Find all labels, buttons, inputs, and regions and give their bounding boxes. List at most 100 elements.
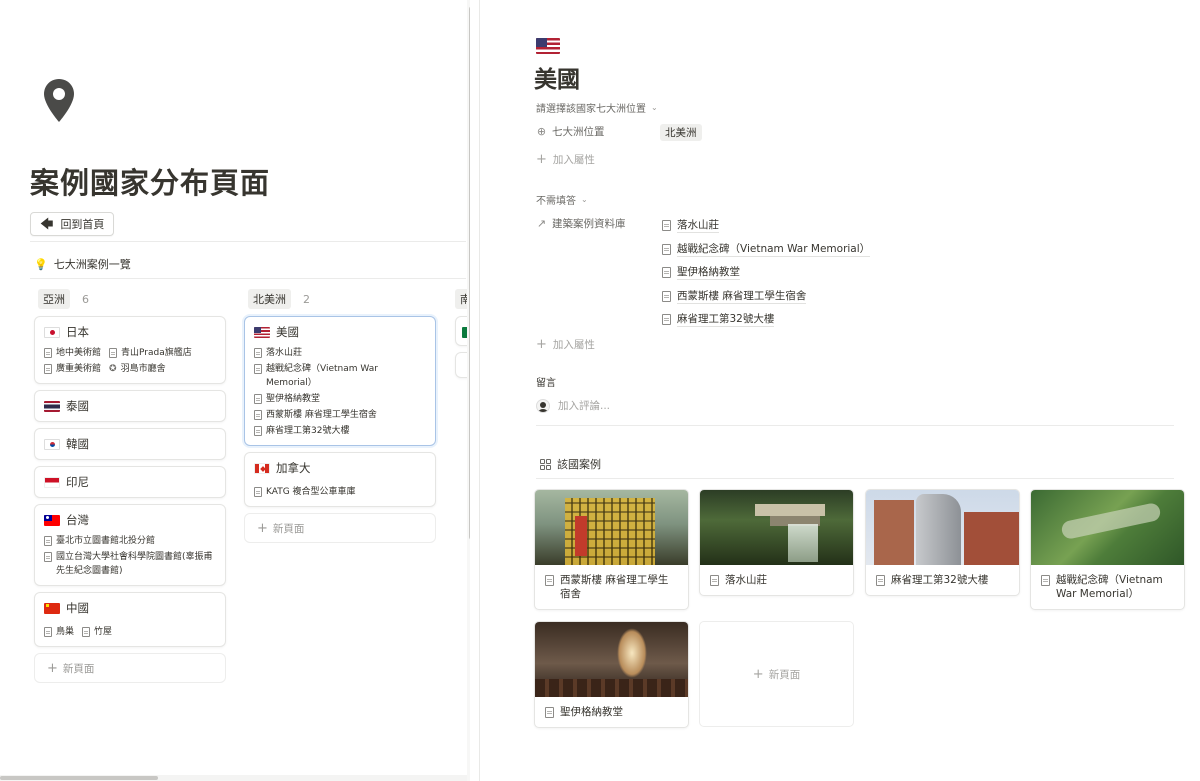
gallery-card[interactable]: 越戰紀念碑（Vietnam War Memorial） xyxy=(1030,489,1185,610)
page-icon xyxy=(545,707,554,718)
cover-image xyxy=(700,490,853,565)
flag-canada-icon xyxy=(254,462,270,474)
add-property-label: 加入屬性 xyxy=(552,154,595,166)
divider xyxy=(536,425,1174,426)
relation-item[interactable]: ✪ 羽島市廳舍 xyxy=(109,362,166,376)
continent-value-tag[interactable]: 北美洲 xyxy=(660,124,702,141)
comment-input[interactable]: 加入評論... xyxy=(536,398,610,413)
relation-item[interactable]: 西蒙斯樓 麻省理工學生宿舍 xyxy=(254,408,426,422)
horizontal-scrollbar[interactable] xyxy=(0,775,467,781)
relation-item[interactable]: 臺北市立圖書館北投分館 xyxy=(44,534,216,548)
plus-icon: + xyxy=(536,152,547,167)
relation-item[interactable]: 地中美術館 xyxy=(44,346,101,360)
card-title: 加拿大 xyxy=(276,461,311,475)
board-view-tab[interactable]: 💡 七大洲案例一覽 xyxy=(34,256,131,272)
plus-icon: + xyxy=(536,337,547,352)
page-peek: 美國 請選擇該國家七大洲位置 ⌄ ⊕ 七大洲位置 北美洲 + 加入屬性 不需填答… xyxy=(479,0,1200,781)
add-property-button[interactable]: + 加入屬性 xyxy=(536,337,595,352)
page-icon xyxy=(545,575,554,586)
property-section-header[interactable]: 請選擇該國家七大洲位置 ⌄ xyxy=(536,100,658,115)
relation-item[interactable]: 竹屋 xyxy=(82,625,112,639)
relation-link[interactable]: 西蒙斯樓 麻省理工學生宿舍 xyxy=(662,285,870,309)
new-page-button[interactable]: + 新頁面 xyxy=(244,513,436,543)
relation-item[interactable]: 聖伊格納教堂 xyxy=(254,392,426,406)
cover-image xyxy=(535,490,688,565)
relation-link[interactable]: 聖伊格納教堂 xyxy=(662,261,870,285)
gallery-card[interactable]: 落水山莊 xyxy=(699,489,854,596)
board-view-title: 七大洲案例一覽 xyxy=(53,258,131,271)
board-card-taiwan[interactable]: 台灣 臺北市立圖書館北投分館 國立台灣大學社會科學院圖書館(辜振甫先生紀念圖書館… xyxy=(34,504,226,586)
relation-item[interactable]: 越戰紀念碑（Vietnam War Memorial） xyxy=(254,362,426,390)
property-continent[interactable]: ⊕ 七大洲位置 xyxy=(536,124,605,139)
relation-link[interactable]: 落水山莊 xyxy=(662,214,870,238)
page-icon xyxy=(662,290,671,302)
page-icon xyxy=(82,627,91,637)
relation-item[interactable]: 鳥巢 xyxy=(44,625,74,639)
relation-link[interactable]: 越戰紀念碑（Vietnam War Memorial） xyxy=(662,238,871,262)
location-pin-icon xyxy=(44,79,74,122)
flag-thailand-icon xyxy=(44,400,60,412)
card-title: 日本 xyxy=(66,325,89,339)
page-icon xyxy=(1041,575,1050,586)
card-title: 印尼 xyxy=(66,475,89,489)
gallery-new-page-button[interactable]: + 新頁面 xyxy=(699,621,854,727)
card-title: 中國 xyxy=(66,601,89,615)
page-icon xyxy=(662,220,671,232)
gallery-card[interactable]: 西蒙斯樓 麻省理工學生宿舍 xyxy=(534,489,689,610)
new-page-label: 新頁面 xyxy=(62,662,95,675)
new-page-button[interactable]: + 新頁面 xyxy=(34,653,226,683)
gallery-card[interactable]: 麻省理工第32號大樓 xyxy=(865,489,1020,596)
divider xyxy=(30,241,466,242)
property-section-header[interactable]: 不需填答 ⌄ xyxy=(536,192,588,207)
relation-item[interactable]: 國立台灣大學社會科學院圖書館(辜振甫先生紀念圖書館) xyxy=(44,550,216,578)
page-icon xyxy=(254,364,262,374)
gallery-card[interactable]: 聖伊格納教堂 xyxy=(534,621,689,728)
plus-icon: + xyxy=(47,660,58,676)
flag-usa-icon[interactable] xyxy=(536,38,560,54)
board-card-japan[interactable]: 日本 地中美術館 青山Prada旗艦店 廣重美術館 ✪ 羽島市廳舍 xyxy=(34,316,226,384)
page-icon xyxy=(44,348,52,358)
page-title[interactable]: 美國 xyxy=(534,60,580,94)
page-icon xyxy=(662,314,671,326)
page-icon xyxy=(109,348,118,358)
scrollbar-thumb[interactable] xyxy=(469,6,470,540)
column-tag[interactable]: 北美洲 xyxy=(248,289,291,309)
flag-taiwan-icon xyxy=(44,514,60,526)
page-icon xyxy=(44,627,52,637)
card-title: 美國 xyxy=(276,325,299,339)
relation-item[interactable]: 落水山莊 xyxy=(254,346,426,360)
gallery-view-tab[interactable]: 該國案例 xyxy=(540,456,601,472)
board-card-china[interactable]: 中國 鳥巢 竹屋 xyxy=(34,592,226,647)
relation-link[interactable]: 麻省理工第32號大樓 xyxy=(662,308,870,332)
gear-icon: ✪ xyxy=(109,364,117,374)
property-relation[interactable]: ↗ 建築案例資料庫 xyxy=(536,216,626,231)
arrow-up-right-icon: ↗ xyxy=(536,217,547,230)
plus-icon: + xyxy=(752,666,764,682)
vertical-scrollbar[interactable] xyxy=(467,0,470,781)
board-page: 案例國家分布頁面 🡄 回到首頁 💡 七大洲案例一覽 亞洲 6 日本 地中美術館 … xyxy=(0,0,470,781)
board-card-thailand[interactable]: 泰國 xyxy=(34,390,226,422)
board-column-asia: 亞洲 6 日本 地中美術館 青山Prada旗艦店 廣重美術館 ✪ 羽島市廳舍 泰國 xyxy=(34,289,226,683)
gallery-grid-icon xyxy=(540,458,551,470)
gallery-card-title: 越戰紀念碑（Vietnam War Memorial） xyxy=(1056,574,1163,600)
board-card-canada[interactable]: 加拿大 KATG 複合型公車車庫 xyxy=(244,452,436,507)
board-column-north-america: 北美洲 2 美國 落水山莊 越戰紀念碑（Vietnam War Memorial… xyxy=(244,289,436,543)
back-home-button[interactable]: 🡄 回到首頁 xyxy=(30,212,115,236)
gallery-card-title: 西蒙斯樓 麻省理工學生宿舍 xyxy=(560,574,669,600)
column-tag[interactable]: 亞洲 xyxy=(38,289,70,309)
gallery-card-title: 聖伊格納教堂 xyxy=(560,706,623,718)
relation-item[interactable]: 青山Prada旗艦店 xyxy=(109,346,192,360)
page-icon xyxy=(876,575,885,586)
chevron-down-icon: ⌄ xyxy=(651,103,658,112)
card-title: 台灣 xyxy=(66,513,89,527)
add-property-button[interactable]: + 加入屬性 xyxy=(536,152,595,167)
board-card-usa[interactable]: 美國 落水山莊 越戰紀念碑（Vietnam War Memorial） 聖伊格納… xyxy=(244,316,436,446)
relation-item[interactable]: 廣重美術館 xyxy=(44,362,101,376)
relation-item[interactable]: KATG 複合型公車車庫 xyxy=(254,485,426,499)
board-card-korea[interactable]: 韓國 xyxy=(34,428,226,460)
page-icon xyxy=(44,536,52,546)
scrollbar-thumb[interactable] xyxy=(0,776,158,780)
page-icon xyxy=(254,410,262,420)
relation-item[interactable]: 麻省理工第32號大樓 xyxy=(254,424,426,438)
board-card-indonesia[interactable]: 印尼 xyxy=(34,466,226,498)
